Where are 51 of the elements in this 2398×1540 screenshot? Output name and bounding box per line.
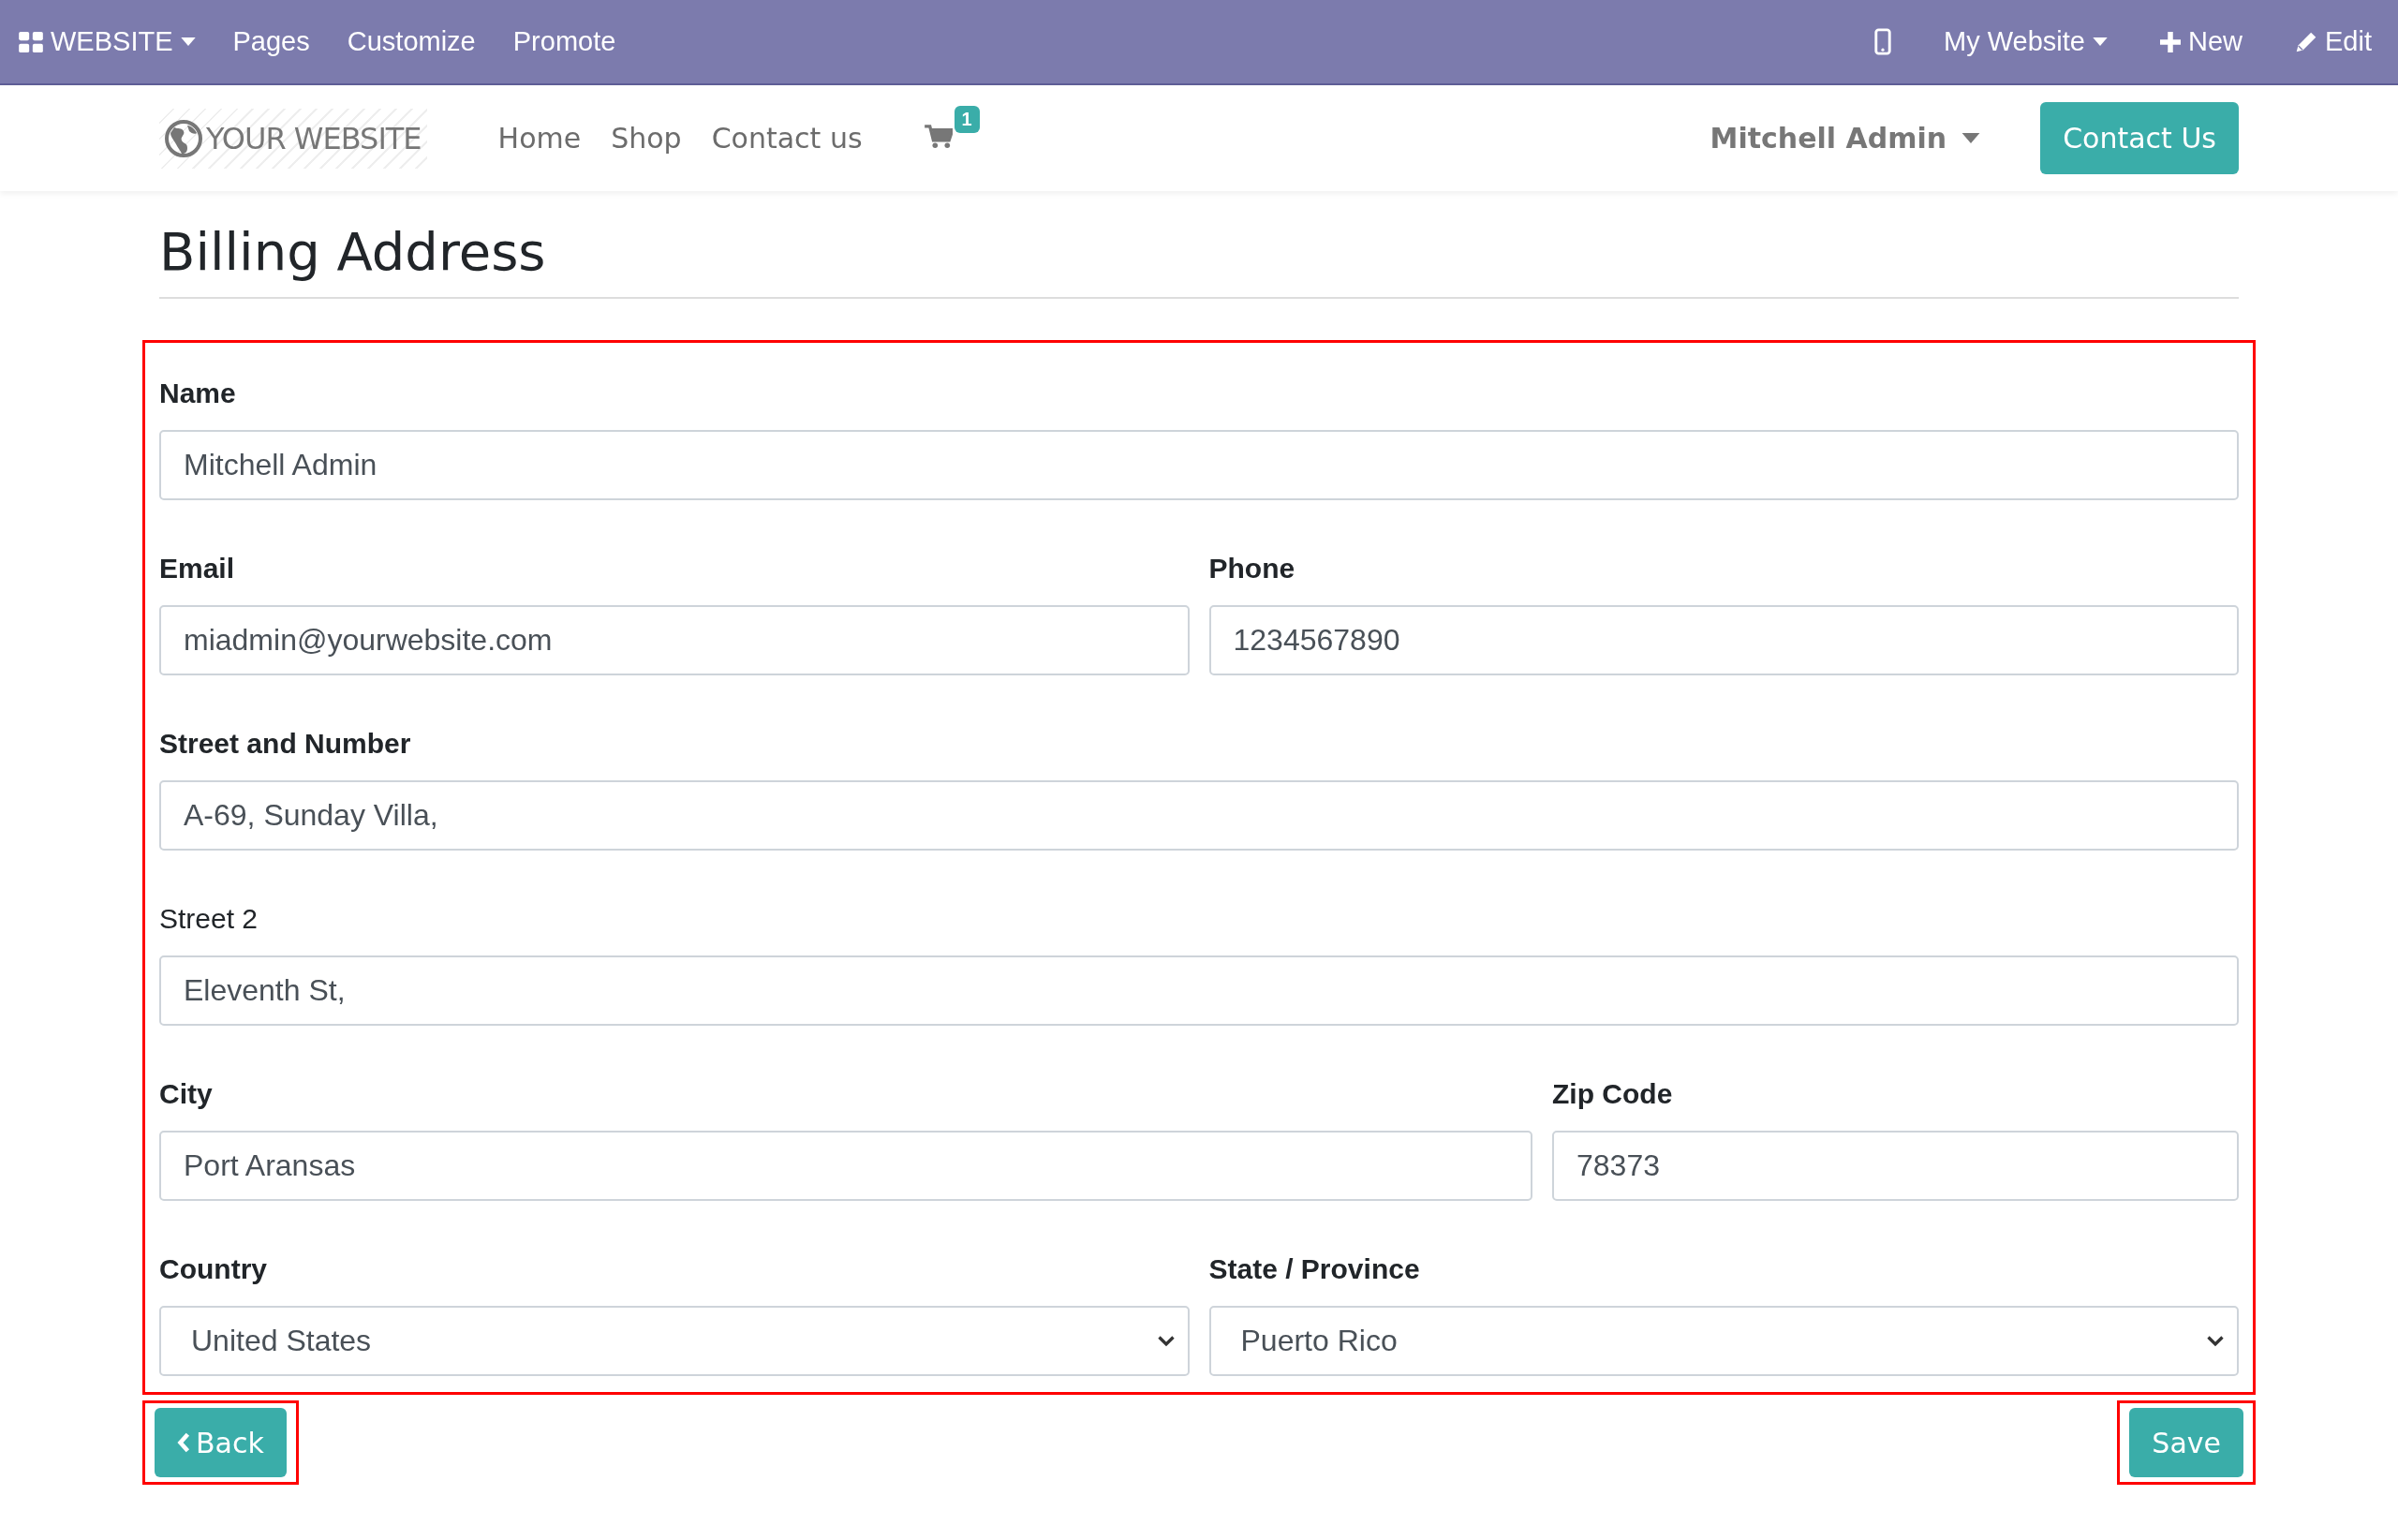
select-field[interactable]: United States [159, 1306, 1190, 1376]
input-field[interactable]: Mitchell Admin [159, 430, 2239, 500]
field-label: Email [159, 552, 235, 585]
nav-link[interactable]: Home [482, 122, 597, 155]
contact-us-button[interactable]: Contact Us [2040, 102, 2239, 174]
website-switcher-label: My Website [1944, 26, 2085, 57]
input-field[interactable]: Eleventh St, [159, 955, 2239, 1026]
input-field[interactable]: miadmin@yourwebsite.com [159, 605, 1190, 675]
menu-link[interactable]: Customize [328, 26, 495, 57]
field-label: Street and Number [159, 727, 411, 761]
pencil-icon [2295, 30, 2317, 53]
menu-link[interactable]: Promote [494, 26, 635, 57]
phone-icon [1874, 28, 1892, 55]
website-switcher[interactable]: My Website [1917, 26, 2134, 57]
new-button[interactable]: New [2134, 26, 2269, 57]
nav-link[interactable]: Shop [596, 122, 697, 155]
caret-icon [2093, 37, 2108, 46]
caret-icon [180, 37, 196, 46]
plus-icon [2160, 31, 2181, 52]
chevron-down-icon [1157, 1335, 1175, 1347]
select-field[interactable]: Puerto Rico [1208, 1306, 2239, 1376]
field-label: Phone [1208, 552, 1295, 585]
app-menu-label: WEBSITE [51, 26, 173, 57]
input-field[interactable]: Port Aransas [159, 1131, 1532, 1201]
page-title: Billing Address [159, 221, 2239, 299]
edit-button[interactable]: Edit [2269, 26, 2398, 57]
cart-icon [924, 124, 953, 149]
field-label: Street 2 [159, 902, 259, 936]
back-button[interactable]: Back [155, 1408, 287, 1477]
globe-icon [165, 119, 202, 157]
chevron-left-icon [177, 1432, 190, 1453]
save-button[interactable]: Save [2129, 1408, 2243, 1477]
chevron-down-icon [2207, 1335, 2224, 1347]
field-label: Country [159, 1252, 267, 1286]
field-label: City [159, 1077, 213, 1111]
field-label: Name [159, 377, 236, 410]
input-field[interactable]: A-69, Sunday Villa, [159, 780, 2239, 851]
logo-text: YOUR WEBSITE [206, 120, 422, 156]
input-field[interactable]: 78373 [1552, 1131, 2239, 1201]
cart-count-badge: 1 [954, 105, 980, 133]
nav-link[interactable]: Contact us [696, 122, 878, 155]
grid-icon [19, 31, 43, 52]
field-label: Zip Code [1552, 1077, 1673, 1111]
new-label: New [2188, 26, 2243, 57]
caret-icon [1961, 133, 1981, 143]
menu-link[interactable]: Pages [214, 26, 329, 57]
field-label: State / Province [1208, 1252, 1420, 1286]
app-menu[interactable]: WEBSITE [19, 26, 215, 57]
edit-label: Edit [2325, 26, 2372, 57]
logo-background[interactable]: YOUR WEBSITE [159, 108, 427, 169]
input-field[interactable]: 1234567890 [1208, 605, 2239, 675]
